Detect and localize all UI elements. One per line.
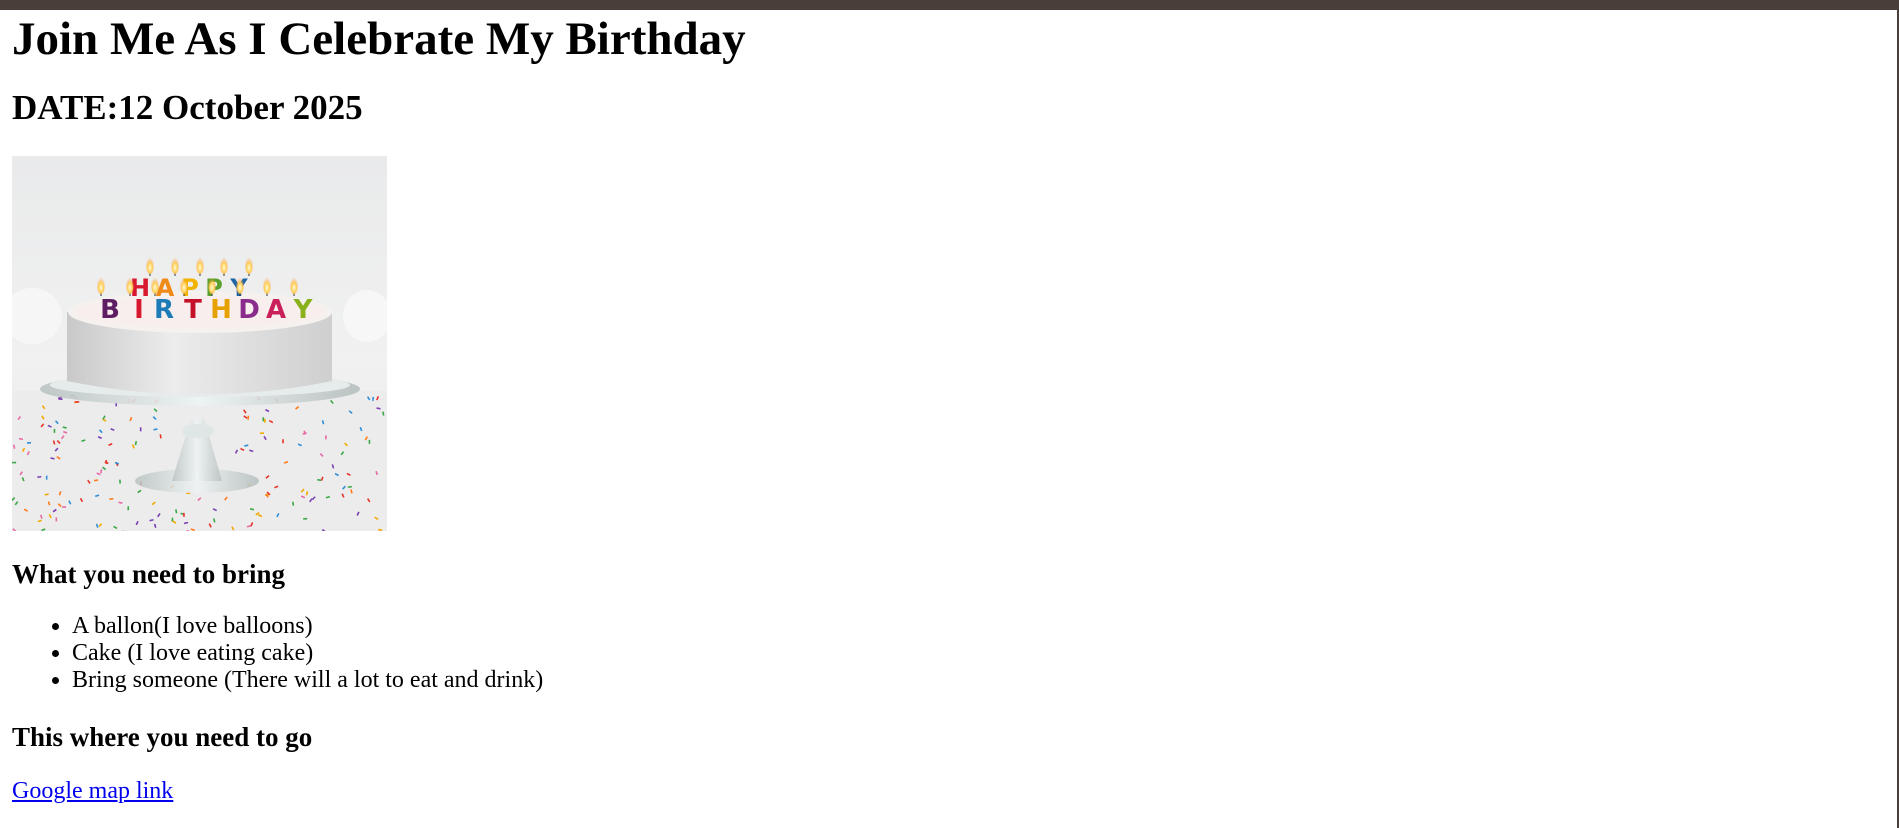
svg-text:D: D — [238, 295, 260, 325]
svg-text:R: R — [154, 295, 174, 325]
location-heading: This where you need to go — [12, 722, 313, 752]
date-heading: DATE:12 October 2025 — [12, 88, 363, 127]
svg-text:H: H — [210, 295, 232, 325]
window-top-border — [0, 0, 1899, 10]
svg-text:Y: Y — [293, 295, 314, 325]
svg-text:A: A — [266, 295, 286, 325]
list-item: Cake (I love eating cake) — [72, 640, 1872, 667]
bring-list: A ballon(I love balloons) Cake (I love e… — [12, 613, 1872, 694]
svg-text:I: I — [134, 295, 144, 325]
birthday-cake-image: HAPPYBIRTHDAY — [12, 156, 387, 531]
svg-text:B: B — [100, 295, 120, 325]
bring-heading: What you need to bring — [12, 559, 286, 589]
google-map-link[interactable]: Google map link — [12, 776, 173, 806]
page-title: Join Me As I Celebrate My Birthday — [12, 13, 746, 65]
list-item: Bring someone (There will a lot to eat a… — [72, 667, 1872, 694]
svg-text:T: T — [184, 295, 202, 325]
list-item: A ballon(I love balloons) — [72, 613, 1872, 640]
page-content: Join Me As I Celebrate My Birthday DATE:… — [12, 10, 1872, 806]
